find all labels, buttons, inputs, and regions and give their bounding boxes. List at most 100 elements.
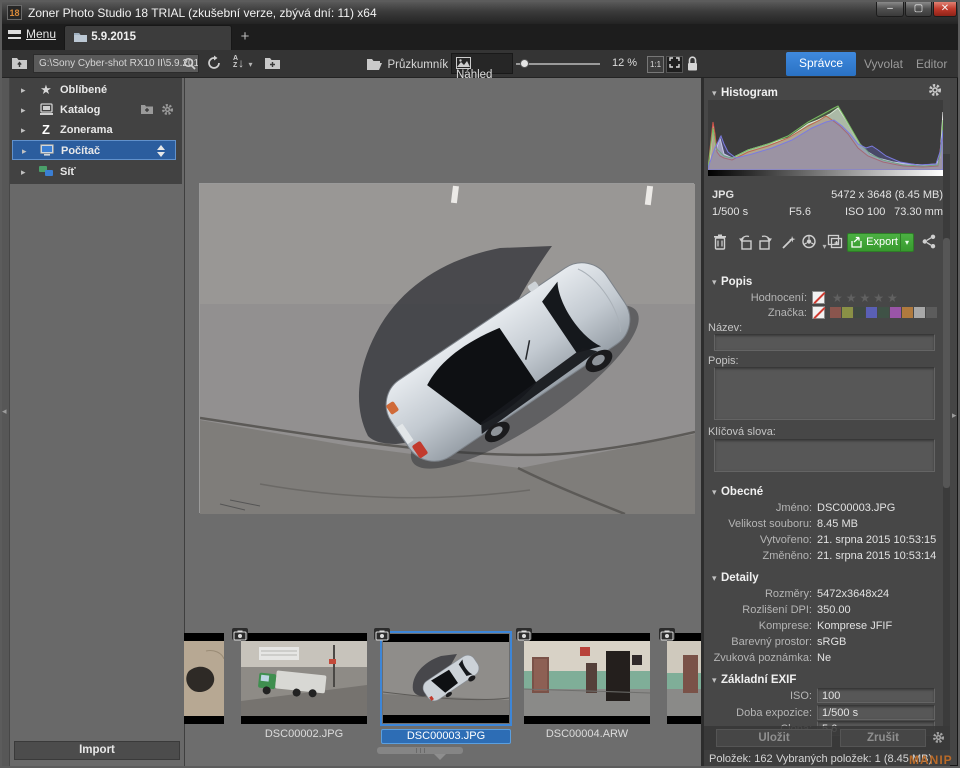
- chevron-down-icon: ▾: [712, 573, 717, 583]
- expand-icon[interactable]: ▸: [21, 125, 26, 136]
- explorer-mode-button[interactable]: Průzkumník ▾: [366, 55, 457, 73]
- exif-iso-input[interactable]: 100: [817, 688, 935, 703]
- rotate-right-icon[interactable]: [757, 235, 773, 255]
- rotate-left-icon[interactable]: [738, 235, 754, 255]
- path-input[interactable]: G:\Sony Cyber-shot RX10 II\5.9.2015: [33, 54, 199, 73]
- field-label: Komprese:: [707, 620, 812, 632]
- histogram-header[interactable]: ▾ Histogram: [712, 83, 778, 101]
- footer-gear-icon[interactable]: [932, 731, 945, 749]
- no-tag-icon[interactable]: [812, 306, 825, 319]
- collapse-right-icon[interactable]: ▸: [952, 410, 957, 421]
- tag-swatch[interactable]: [842, 307, 853, 318]
- export-button[interactable]: Export: [847, 233, 901, 252]
- collapse-left-icon[interactable]: ◂: [2, 406, 7, 417]
- sidebar-item-pocitac[interactable]: ▸ Počítač: [12, 140, 176, 160]
- mode-editor-button[interactable]: Editor: [916, 57, 947, 71]
- sidebar-item-sit[interactable]: ▸ Síť: [10, 162, 182, 182]
- star-icon: ★: [38, 82, 54, 98]
- thumbnail-label-selected[interactable]: DSC00003.JPG: [381, 729, 511, 744]
- sidebar-collapse-strip[interactable]: [2, 78, 10, 768]
- expand-icon[interactable]: ▸: [22, 146, 27, 157]
- filmstrip-scrollbar[interactable]: [377, 747, 463, 754]
- field-value: sRGB: [817, 636, 846, 648]
- camera-badge-icon: [659, 628, 675, 640]
- name-label: Název:: [708, 322, 742, 334]
- search-icon[interactable]: [183, 57, 196, 75]
- tag-swatch[interactable]: [866, 307, 877, 318]
- detaily-header[interactable]: ▾ Detaily: [712, 568, 759, 586]
- new-folder-icon[interactable]: [264, 55, 281, 75]
- develop-icon[interactable]: ▾: [801, 234, 826, 254]
- chevron-down-icon: ▾: [712, 88, 717, 98]
- tag-swatch[interactable]: [878, 307, 889, 318]
- folder-up-icon[interactable]: [11, 55, 28, 75]
- cancel-button[interactable]: Zrušit: [840, 729, 926, 747]
- panel-scrollbar-thumb[interactable]: [943, 238, 950, 488]
- import-button[interactable]: Import: [14, 741, 180, 760]
- thumbnail-partial-right[interactable]: [667, 633, 701, 724]
- name-input[interactable]: [714, 334, 935, 351]
- rating-stars[interactable]: ★★★★★: [832, 291, 901, 305]
- folder-icon: [73, 31, 88, 43]
- mode-develop-button[interactable]: Vyvolat: [864, 57, 903, 71]
- tag-swatch[interactable]: [926, 307, 937, 318]
- tag-swatch[interactable]: [854, 307, 865, 318]
- lock-zoom-icon[interactable]: [686, 56, 699, 77]
- sort-icon[interactable]: AZ↓ ▾: [233, 54, 253, 72]
- preview-toggle-button[interactable]: Náhled: [451, 53, 513, 74]
- photo-preview[interactable]: [199, 183, 694, 513]
- quick-edit-wand-icon[interactable]: [781, 234, 796, 255]
- field-label: ISO:: [707, 690, 812, 702]
- field-label: Velikost souboru:: [707, 518, 812, 530]
- thumbnail-dsc00002[interactable]: [241, 633, 367, 724]
- expand-icon[interactable]: ▸: [21, 85, 26, 96]
- field-value: Ne: [817, 652, 831, 664]
- export-options-caret[interactable]: ▾: [901, 233, 914, 252]
- thumbnail-label[interactable]: DSC00004.ARW: [524, 728, 650, 743]
- sidebar-item-zonerama[interactable]: ▸ Z Zonerama: [10, 120, 182, 140]
- minimize-button[interactable]: –: [876, 2, 904, 17]
- tag-swatch[interactable]: [890, 307, 901, 318]
- mode-manager-button[interactable]: Správce: [786, 52, 856, 76]
- description-textarea[interactable]: [714, 367, 935, 420]
- tag-swatch[interactable]: [830, 307, 841, 318]
- title-bar[interactable]: 18 Zoner Photo Studio 18 TRIAL (zkušební…: [2, 2, 960, 24]
- expand-icon[interactable]: ▸: [21, 167, 26, 178]
- zoom-slider-knob[interactable]: [520, 59, 529, 68]
- maximize-button[interactable]: ▢: [905, 2, 932, 17]
- histogram-plot: [708, 100, 943, 170]
- refresh-icon[interactable]: [206, 55, 222, 76]
- obecne-header[interactable]: ▾ Obecné: [712, 482, 763, 500]
- thumbnail-label[interactable]: DSC00002.JPG: [241, 728, 367, 743]
- fit-to-window-button[interactable]: [666, 56, 683, 73]
- delete-trash-icon[interactable]: [713, 234, 727, 255]
- expand-icon[interactable]: ▸: [21, 105, 26, 116]
- new-tab-button[interactable]: +: [236, 28, 254, 46]
- save-button[interactable]: Uložit: [716, 729, 832, 747]
- keywords-textarea[interactable]: [714, 439, 935, 472]
- close-button[interactable]: ✕: [933, 2, 957, 17]
- zoom-1to1-button[interactable]: 1:1: [647, 56, 664, 73]
- exif-exposure-input[interactable]: 1/500 s: [817, 705, 935, 720]
- field-label: Rozlišení DPI:: [707, 604, 812, 616]
- thumbnail-dsc00004[interactable]: [524, 633, 650, 724]
- tag-swatch[interactable]: [914, 307, 925, 318]
- thumbnail-partial-left[interactable]: [184, 633, 224, 724]
- collapse-filmstrip-icon[interactable]: [434, 754, 446, 760]
- drive-selector-icon[interactable]: [157, 145, 165, 157]
- no-rating-icon[interactable]: [812, 291, 825, 304]
- chevron-down-icon: ▾: [249, 60, 253, 69]
- add-to-album-icon[interactable]: [827, 234, 843, 254]
- camera-badge-icon: [516, 628, 532, 640]
- tag-swatch[interactable]: [902, 307, 913, 318]
- share-icon[interactable]: [922, 234, 936, 254]
- sidebar-item-katalog[interactable]: ▸ Katalog: [10, 100, 182, 120]
- sidebar-item-oblibene[interactable]: ▸ ★ Oblíbené: [10, 80, 182, 100]
- add-folder-icon[interactable]: [140, 103, 154, 118]
- gear-icon[interactable]: [161, 103, 174, 119]
- menu-button[interactable]: Menu: [8, 27, 60, 47]
- popis-header[interactable]: ▾ Popis: [712, 272, 752, 290]
- status-bar: Položek: 162 Vybraných položek: 1 (8.45 …: [704, 750, 950, 768]
- tab-current-folder[interactable]: 5.9.2015: [64, 25, 232, 50]
- exif-header[interactable]: ▾ Základní EXIF: [712, 670, 796, 688]
